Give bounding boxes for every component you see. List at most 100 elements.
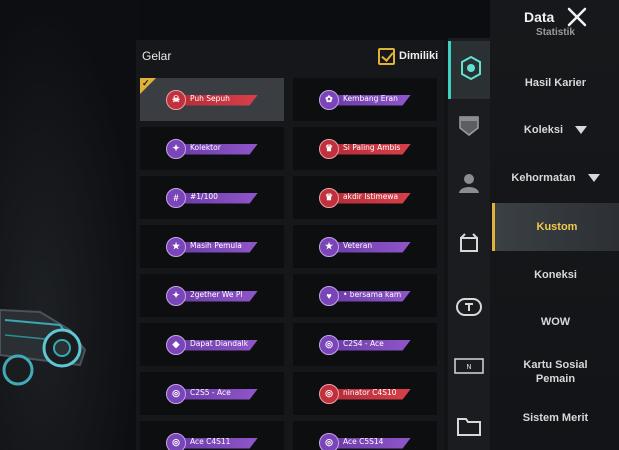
owned-filter-toggle[interactable]: Dimiliki <box>378 47 438 65</box>
title-card[interactable]: ◎ C2S5 - Ace <box>140 372 284 415</box>
title-badge: ♛ Si Paling Ambis <box>319 138 411 159</box>
title-badge: ☠ Puh Sepuh <box>166 89 258 110</box>
title-badge: ◎ C2S5 - Ace <box>166 383 258 404</box>
star-emblem-icon: ★ <box>166 236 186 257</box>
title-badge: ◎ ninator C4S10 <box>319 383 411 404</box>
title-label: Veteran <box>343 240 373 250</box>
rail-tab-title-badge[interactable] <box>448 41 490 99</box>
title-label: C2S5 - Ace <box>190 387 231 397</box>
title-badge: ◆ Dapat Diandalk <box>166 334 258 355</box>
title-badge: ♥ • bersama kam <box>319 285 411 306</box>
title-card[interactable]: ◆ Dapat Diandalk <box>140 323 284 366</box>
menu-item-label: Kartu Sosial Pemain <box>523 359 588 385</box>
title-card[interactable]: ◎ ninator C4S10 <box>293 372 437 415</box>
title-card[interactable]: ♥ • bersama kam <box>293 274 437 317</box>
number-emblem-icon: # <box>166 187 186 208</box>
title-card[interactable]: ✓ ☠ Puh Sepuh <box>140 78 284 121</box>
title-card[interactable]: ✦ Kolektor <box>140 127 284 170</box>
equipped-check-icon: ✓ <box>142 78 150 88</box>
titles-panel: Gelar Dimiliki ✓ ☠ Puh Sepuh ✿ Kembang Eran ✦… <box>136 40 444 450</box>
menu-item-label: Koneksi <box>534 269 577 281</box>
menu-item-label: Hasil Karier <box>524 77 587 89</box>
skull-emblem-icon: ☠ <box>166 89 186 110</box>
title-badge: ★ Veteran <box>319 236 411 257</box>
title-label: ninator C4S10 <box>343 387 397 397</box>
owned-checkbox[interactable] <box>378 47 395 65</box>
title-label: Dapat Diandalk <box>190 338 249 348</box>
title-label: Kolektor <box>190 142 221 152</box>
group-emblem-icon: ♥ <box>319 285 339 306</box>
menu-item-kehormatan[interactable]: Kehormatan <box>492 156 619 200</box>
menu-item-label: Kehormatan <box>511 172 576 184</box>
title-label: Puh Sepuh <box>190 93 230 103</box>
title-card[interactable]: ★ Masih Pemula <box>140 225 284 268</box>
menu-item-label: WOW <box>540 316 571 328</box>
rail-tab-nameplate[interactable] <box>448 286 490 332</box>
ace-emblem-icon: ◎ <box>319 432 339 450</box>
rail-tab-chest-box[interactable] <box>448 221 490 267</box>
duo-emblem-icon: ✦ <box>166 285 186 306</box>
title-badge: ✦ 2gether We Pl <box>166 285 258 306</box>
chest-box-icon <box>457 230 481 259</box>
title-label: Kembang Eran <box>343 93 398 103</box>
menu-item-koleksi[interactable]: Koleksi <box>492 108 619 152</box>
category-icon-rail: N <box>448 38 490 450</box>
title-card[interactable]: ♛ akdir Istimewa <box>293 176 437 219</box>
menu-item-koneksi[interactable]: Koneksi <box>492 253 619 297</box>
folder-icon <box>456 415 482 442</box>
menu-item-label: Kustom <box>536 221 578 233</box>
shield-emblem-icon: ◆ <box>166 334 186 355</box>
title-label: C2S4 - Ace <box>343 338 384 348</box>
menu-item-hasil-karier[interactable]: Hasil Karier <box>492 61 619 105</box>
panel-header: Gelar Dimiliki <box>136 40 444 70</box>
collector-emblem-icon: ✦ <box>166 138 186 159</box>
title-badge: ✿ Kembang Eran <box>319 89 411 110</box>
title-card[interactable]: ✦ 2gether We Pl <box>140 274 284 317</box>
crown-emblem-icon: ♛ <box>319 138 339 159</box>
title-badge: # #1/100 <box>166 187 258 208</box>
title-label: #1/100 <box>190 191 218 201</box>
title-label: akdir Istimewa <box>343 191 399 201</box>
title-label: Masih Pemula <box>190 240 242 250</box>
title-card[interactable]: # #1/100 <box>140 176 284 219</box>
title-label: Ace C4S11 <box>190 436 231 446</box>
rail-tab-frame-shield[interactable] <box>448 105 490 151</box>
title-card[interactable]: ✿ Kembang Eran <box>293 78 437 121</box>
title-label: 2gether We Pl <box>190 289 243 299</box>
menu-item-kartu-sosial-pemain[interactable]: Kartu Sosial Pemain <box>492 346 619 398</box>
menu-item-partial[interactable]: Statistik <box>492 24 619 38</box>
panel-title: Gelar <box>142 49 172 63</box>
title-card[interactable]: ♛ Si Paling Ambis <box>293 127 437 170</box>
nameplate-icon <box>455 295 483 324</box>
title-badge: ★ Masih Pemula <box>166 236 258 257</box>
title-badge: ◎ Ace C4S11 <box>166 432 258 450</box>
ace-emblem-icon: ◎ <box>319 383 339 404</box>
rail-tab-name-card[interactable]: N <box>448 345 490 391</box>
menu-item-kustom[interactable]: Kustom <box>492 203 619 251</box>
title-card[interactable]: ◎ C2S4 - Ace <box>293 323 437 366</box>
frame-shield-icon <box>457 114 481 143</box>
menu-item-wow[interactable]: WOW <box>492 300 619 344</box>
title-label: Si Paling Ambis <box>343 142 401 152</box>
title-card[interactable]: ◎ Ace C5S14 <box>293 421 437 450</box>
star-emblem-icon: ★ <box>319 236 339 257</box>
flower-emblem-icon: ✿ <box>319 89 339 110</box>
ace-emblem-icon: ◎ <box>166 432 186 450</box>
crown-emblem-icon: ♛ <box>319 187 339 208</box>
title-card[interactable]: ◎ Ace C4S11 <box>140 421 284 450</box>
menu-item-sistem-merit[interactable]: Sistem Merit <box>492 396 619 440</box>
title-label: Ace C5S14 <box>343 436 384 446</box>
titles-grid: ✓ ☠ Puh Sepuh ✿ Kembang Eran ✦ Kolektor ♛ Si Pal… <box>140 78 437 450</box>
rail-tab-avatar-person[interactable] <box>448 162 490 208</box>
menu-item-label: Sistem Merit <box>522 412 589 424</box>
page-title: Data <box>524 9 555 25</box>
ace-emblem-icon: ◎ <box>319 334 339 355</box>
svg-text:N: N <box>466 363 471 371</box>
menu-item-label: Koleksi <box>523 124 564 136</box>
title-badge: ◎ Ace C5S14 <box>319 432 411 450</box>
chevron-down-icon <box>575 126 588 134</box>
title-badge: ♛ akdir Istimewa <box>319 187 411 208</box>
rail-tab-folder[interactable] <box>448 405 490 450</box>
owned-filter-label: Dimiliki <box>399 50 439 62</box>
title-card[interactable]: ★ Veteran <box>293 225 437 268</box>
